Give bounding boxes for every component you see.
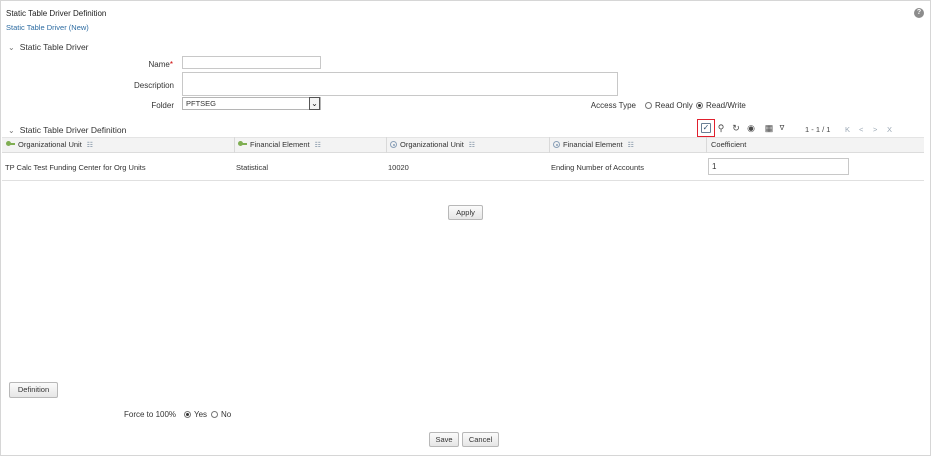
- force-label: Force to 100%: [124, 410, 177, 419]
- name-label: Name*: [100, 60, 173, 69]
- folder-label: Folder: [151, 101, 174, 110]
- force-yes-option[interactable]: Yes: [184, 410, 207, 419]
- hierarchy-icon[interactable]: ☷: [87, 141, 93, 149]
- folder-value: PFTSEG: [186, 99, 217, 108]
- read-write-radio[interactable]: [696, 102, 703, 109]
- no-radio[interactable]: [211, 411, 218, 418]
- target-icon: [553, 141, 560, 148]
- column-header-org-unit[interactable]: Organizational Unit ☷: [6, 140, 93, 149]
- no-label: No: [221, 410, 232, 419]
- driver-section-header[interactable]: ⌄ Static Table Driver: [8, 42, 89, 52]
- chevron-down-icon[interactable]: ⌄: [8, 43, 15, 52]
- hierarchy-icon[interactable]: ☷: [315, 141, 321, 149]
- table-cell: 10020: [388, 163, 409, 172]
- column-header-financial-element[interactable]: Financial Element ☷: [238, 140, 321, 149]
- hierarchy-icon[interactable]: ☷: [628, 141, 634, 149]
- chevron-down-icon[interactable]: ⌄: [8, 126, 15, 135]
- column-separator: [549, 137, 550, 153]
- column-header-label: Organizational Unit: [18, 140, 82, 149]
- column-header-coefficient[interactable]: Coefficient: [711, 140, 746, 149]
- access-type-label: Access Type: [590, 101, 636, 110]
- key-icon: [6, 141, 15, 146]
- column-header-financial-element-2[interactable]: Financial Element ☷: [553, 140, 634, 149]
- folder-select[interactable]: PFTSEG ⌄: [182, 97, 321, 110]
- definition-section-header[interactable]: ⌄ Static Table Driver Definition: [8, 125, 126, 135]
- column-header-label: Financial Element: [563, 140, 623, 149]
- description-label: Description: [133, 81, 174, 90]
- yes-radio[interactable]: [184, 411, 191, 418]
- column-separator: [234, 137, 235, 153]
- view-icon[interactable]: ◉: [746, 123, 756, 133]
- access-read-only-option[interactable]: Read Only: [645, 101, 693, 110]
- search-icon[interactable]: ⚲: [716, 123, 726, 133]
- definition-section-title: Static Table Driver Definition: [19, 125, 127, 135]
- cancel-button[interactable]: Cancel: [462, 432, 499, 447]
- page-title: Static Table Driver Definition: [6, 9, 107, 18]
- table-cell: Ending Number of Accounts: [551, 163, 644, 172]
- last-page-icon[interactable]: X: [887, 125, 892, 134]
- grid-icon[interactable]: ▦: [764, 123, 774, 133]
- name-field[interactable]: [182, 56, 321, 69]
- refresh-icon[interactable]: ↻: [731, 123, 741, 133]
- hierarchy-icon[interactable]: ☷: [469, 141, 475, 149]
- chevron-down-icon[interactable]: ⌄: [309, 97, 320, 110]
- column-header-label: Organizational Unit: [400, 140, 464, 149]
- read-write-label: Read/Write: [706, 101, 746, 110]
- read-only-label: Read Only: [655, 101, 693, 110]
- target-icon: [390, 141, 397, 148]
- read-only-radio[interactable]: [645, 102, 652, 109]
- breadcrumb[interactable]: Static Table Driver (New): [6, 23, 89, 32]
- key-icon: [238, 141, 247, 146]
- highlight-box: [697, 119, 715, 137]
- help-icon[interactable]: ?: [914, 8, 924, 18]
- prev-page-icon[interactable]: <: [859, 125, 863, 134]
- apply-button[interactable]: Apply: [448, 205, 483, 220]
- column-separator: [706, 137, 707, 153]
- column-header-org-unit-2[interactable]: Organizational Unit ☷: [390, 140, 475, 149]
- access-read-write-option[interactable]: Read/Write: [696, 101, 746, 110]
- force-no-option[interactable]: No: [211, 410, 231, 419]
- column-header-label: Financial Element: [250, 140, 310, 149]
- table-cell: Statistical: [236, 163, 269, 172]
- pagination-info: 1 - 1 / 1: [805, 125, 831, 134]
- description-field[interactable]: [182, 72, 618, 96]
- table-cell: TP Calc Test Funding Center for Org Unit…: [5, 163, 146, 172]
- column-separator: [386, 137, 387, 153]
- first-page-icon[interactable]: K: [845, 125, 850, 134]
- required-mark: *: [169, 60, 173, 69]
- driver-section-title: Static Table Driver: [19, 42, 89, 52]
- sort-icon[interactable]: ∇: [777, 124, 787, 134]
- save-button[interactable]: Save: [429, 432, 459, 447]
- yes-label: Yes: [194, 410, 208, 419]
- row-divider: [2, 180, 924, 181]
- definition-button[interactable]: Definition: [9, 382, 58, 398]
- coefficient-input[interactable]: [708, 158, 849, 175]
- next-page-icon[interactable]: >: [873, 125, 877, 134]
- name-label-text: Name: [148, 60, 170, 69]
